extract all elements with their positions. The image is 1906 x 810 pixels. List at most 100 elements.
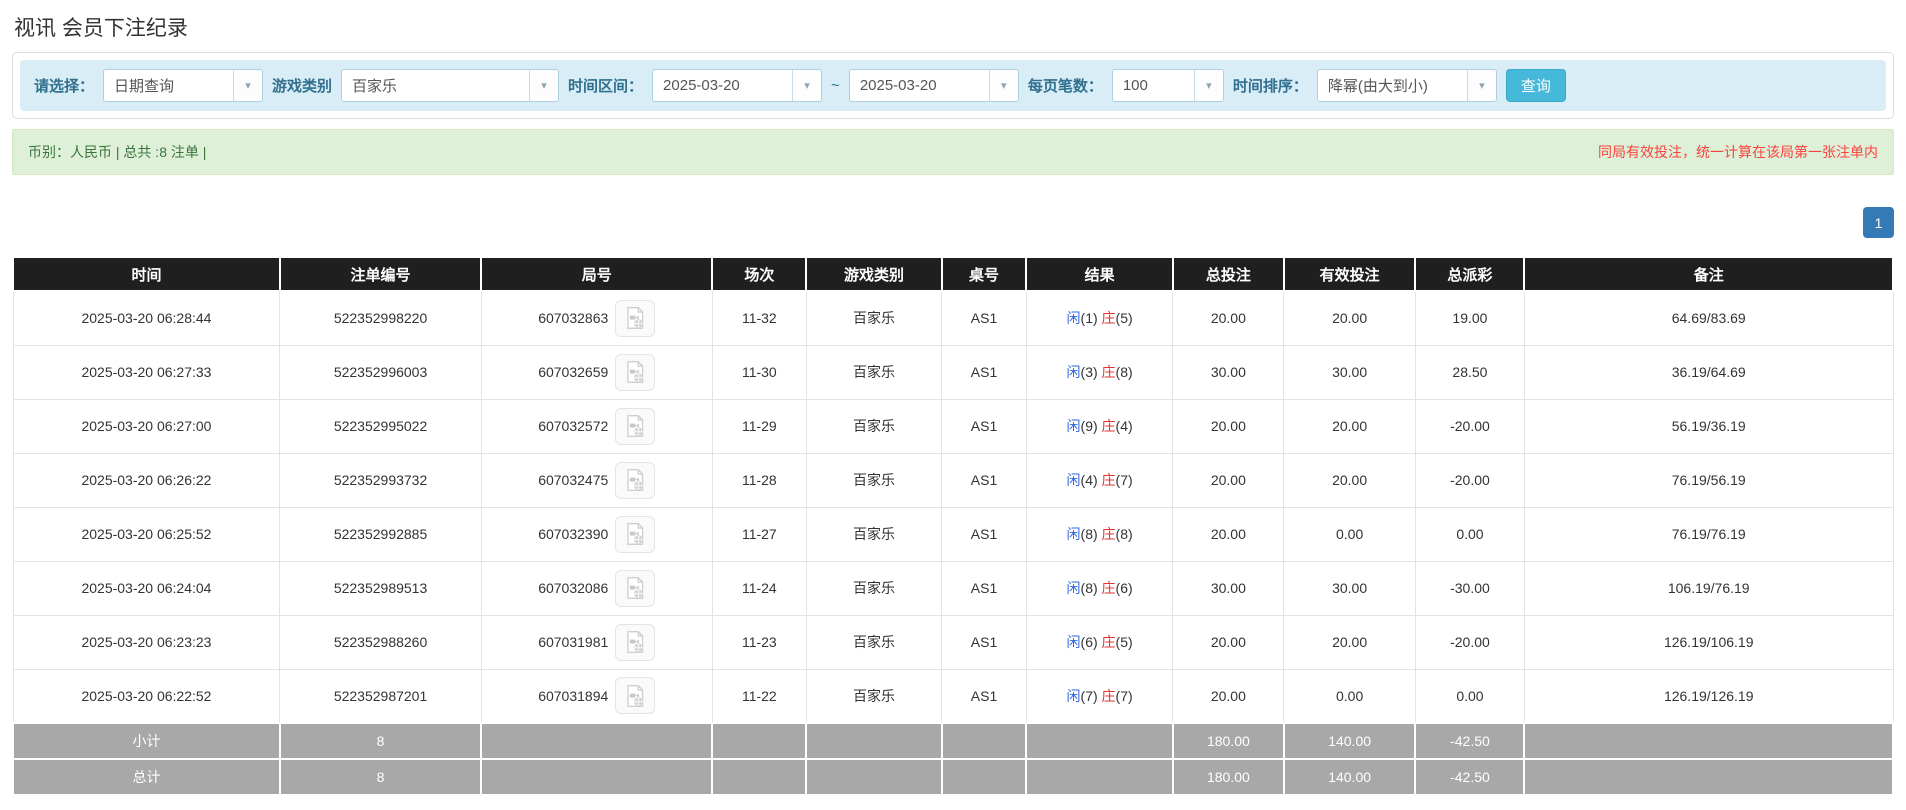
col-header-bet-id: 注单编号 xyxy=(278,256,483,292)
sort-order-select[interactable]: 降幂(由大到小) ▾ xyxy=(1316,69,1497,102)
footer-empty xyxy=(805,758,943,796)
video-playback-icon xyxy=(627,307,644,330)
query-type-select[interactable]: 日期查询 ▾ xyxy=(103,69,264,102)
footer-total-bet: 180.00 xyxy=(1171,722,1285,760)
chevron-down-icon[interactable]: ▾ xyxy=(1466,70,1496,101)
table-row: 2025-03-20 06:26:22 522352993732 607032475… xyxy=(12,452,1894,508)
cell-time: 2025-03-20 06:24:04 xyxy=(12,560,281,616)
page: 视讯 会员下注纪录 请选择： 日期查询 ▾ 游戏类别 百家乐 ▾ 时间区间： 2… xyxy=(0,0,1906,804)
result-player-score: (6) xyxy=(1080,634,1098,650)
result-player-label: 闲 xyxy=(1066,310,1081,327)
pagination-page-1[interactable]: 1 xyxy=(1863,207,1894,238)
date-range-label: 时间区间： xyxy=(568,78,644,95)
cell-session: 11-23 xyxy=(711,614,807,670)
cell-valid-bet: 20.00 xyxy=(1283,614,1416,670)
table-body: 2025-03-20 06:28:44 522352998220 607032863… xyxy=(12,290,1894,724)
game-type-select[interactable]: 百家乐 ▾ xyxy=(341,69,560,102)
footer-count: 8 xyxy=(278,758,483,796)
result-player-score: (1) xyxy=(1080,310,1098,327)
cell-game-type: 百家乐 xyxy=(805,506,943,562)
round-id-text: 607032475 xyxy=(538,472,609,488)
cell-game-type: 百家乐 xyxy=(805,668,943,724)
chevron-down-icon[interactable]: ▾ xyxy=(529,70,559,101)
video-playback-button[interactable] xyxy=(615,623,656,661)
col-header-time: 时间 xyxy=(12,256,281,292)
cell-total-bet: 20.00 xyxy=(1172,614,1285,670)
page-size-value: 100 xyxy=(1122,77,1148,94)
cell-total-bet: 30.00 xyxy=(1172,344,1285,400)
cell-valid-bet: 20.00 xyxy=(1283,452,1416,508)
video-playback-icon xyxy=(627,684,644,707)
date-to-select[interactable]: 2025-03-20 ▾ xyxy=(848,69,1019,102)
col-header-result: 结果 xyxy=(1025,256,1174,292)
cell-session: 11-29 xyxy=(711,398,807,454)
chevron-down-icon[interactable]: ▾ xyxy=(988,70,1018,101)
cell-bet-id: 522352992885 xyxy=(279,506,482,562)
cell-result: 闲(1) 庄(5) xyxy=(1025,290,1174,346)
cell-valid-bet: 20.00 xyxy=(1283,290,1416,346)
cell-total-payout: 0.00 xyxy=(1414,668,1525,724)
table-row: 2025-03-20 06:28:44 522352998220 607032863… xyxy=(12,290,1894,346)
result-player-label: 闲 xyxy=(1066,364,1081,380)
cell-total-payout: 28.50 xyxy=(1414,344,1525,400)
video-playback-button[interactable] xyxy=(615,677,656,715)
round-id-text: 607032086 xyxy=(538,580,609,596)
footer-valid-bet: 140.00 xyxy=(1282,758,1417,796)
cell-note: 64.69/83.69 xyxy=(1523,290,1894,346)
video-playback-button[interactable] xyxy=(615,299,656,337)
query-type-value: 日期查询 xyxy=(114,78,175,95)
result-banker-score: (4) xyxy=(1115,418,1133,434)
cell-result: 闲(4) 庄(7) xyxy=(1025,452,1174,508)
cell-total-payout: -20.00 xyxy=(1414,398,1525,454)
cell-bet-id: 522352996003 xyxy=(279,344,482,400)
chevron-down-icon[interactable]: ▾ xyxy=(1193,70,1223,101)
currency-total-text: 币别：人民币 | 总共 :8 注单 | xyxy=(28,144,207,160)
col-header-valid-bet: 有效投注 xyxy=(1282,256,1417,292)
footer-empty xyxy=(1025,758,1174,796)
cell-game-type: 百家乐 xyxy=(805,398,943,454)
cell-total-payout: -20.00 xyxy=(1414,452,1525,508)
footer-label: 小计 xyxy=(12,722,281,760)
result-banker-score: (6) xyxy=(1115,580,1133,596)
cell-session: 11-22 xyxy=(711,668,807,724)
cell-time: 2025-03-20 06:27:33 xyxy=(12,344,281,400)
video-playback-button[interactable] xyxy=(615,515,656,553)
date-from-select[interactable]: 2025-03-20 ▾ xyxy=(652,69,823,102)
video-playback-button[interactable] xyxy=(615,407,656,445)
result-banker-score: (5) xyxy=(1115,634,1133,650)
cell-valid-bet: 0.00 xyxy=(1283,506,1416,562)
chevron-down-icon[interactable]: ▾ xyxy=(792,70,822,101)
filter-panel: 请选择： 日期查询 ▾ 游戏类别 百家乐 ▾ 时间区间： 2025-03-20 … xyxy=(12,52,1894,119)
result-player-score: (9) xyxy=(1080,418,1098,434)
cell-session: 11-27 xyxy=(711,506,807,562)
table-row: 2025-03-20 06:22:52 522352987201 607031894… xyxy=(12,668,1894,724)
table-row: 2025-03-20 06:23:23 522352988260 607031981… xyxy=(12,614,1894,670)
page-size-select[interactable]: 100 ▾ xyxy=(1111,69,1224,102)
table-header: 时间 注单编号 局号 场次 游戏类别 桌号 结果 总投注 有效投注 总派彩 备注 xyxy=(12,256,1894,292)
chevron-down-icon[interactable]: ▾ xyxy=(233,70,263,101)
video-playback-icon xyxy=(627,361,644,383)
footer-total-bet: 180.00 xyxy=(1171,758,1285,796)
footer-empty xyxy=(480,722,714,760)
cell-round-id: 607032475 xyxy=(480,452,713,508)
footer-valid-bet: 140.00 xyxy=(1282,722,1417,760)
result-player-score: (4) xyxy=(1080,472,1098,488)
cell-note: 126.19/106.19 xyxy=(1523,614,1894,670)
result-player-score: (8) xyxy=(1080,580,1098,596)
video-playback-button[interactable] xyxy=(615,569,656,607)
cell-bet-id: 522352998220 xyxy=(279,290,482,346)
grand-total-row: 总计 8 180.00 140.00 -42.50 xyxy=(12,758,1894,796)
result-banker-label: 庄 xyxy=(1101,310,1116,327)
cell-time: 2025-03-20 06:23:23 xyxy=(12,614,281,670)
footer-empty xyxy=(711,722,808,760)
result-banker-label: 庄 xyxy=(1101,526,1116,542)
search-button[interactable]: 查询 xyxy=(1505,69,1566,102)
sort-order-label: 时间排序： xyxy=(1232,78,1308,95)
cell-table-no: AS1 xyxy=(941,668,1027,724)
result-banker-label: 庄 xyxy=(1101,364,1116,380)
video-playback-button[interactable] xyxy=(615,461,656,499)
video-playback-button[interactable] xyxy=(615,353,656,391)
cell-result: 闲(6) 庄(5) xyxy=(1025,614,1174,670)
cell-note: 76.19/56.19 xyxy=(1523,452,1894,508)
cell-bet-id: 522352989513 xyxy=(279,560,482,616)
